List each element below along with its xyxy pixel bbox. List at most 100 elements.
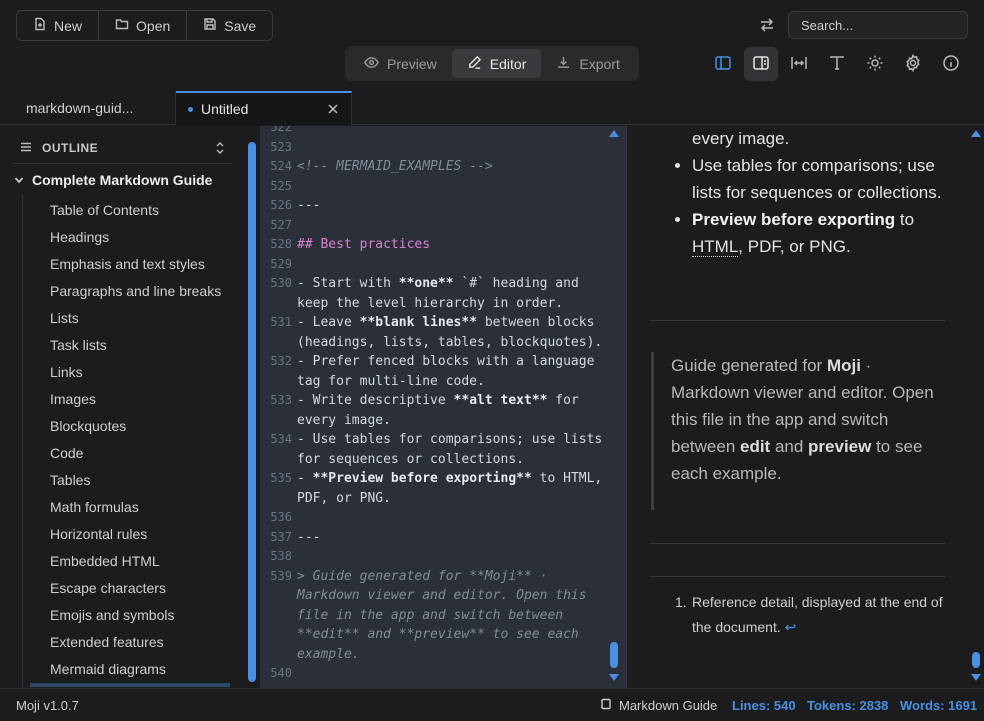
sidebar-scroll-thumb[interactable] [248, 142, 256, 682]
list-item: every image. [675, 126, 945, 152]
line-number: 536 [270, 510, 292, 524]
outline-item[interactable]: Images [50, 387, 221, 414]
open-button-label: Open [136, 17, 171, 34]
scroll-down-arrow-icon[interactable] [609, 674, 619, 681]
line-text: --- [297, 529, 321, 545]
line-number: 528 [270, 237, 292, 251]
line-text: - Use tables for comparisons; use lists [297, 432, 603, 447]
quote-text: and [770, 437, 809, 456]
bullet-text: , PDF, or PNG. [738, 237, 851, 256]
settings-button[interactable] [896, 47, 930, 81]
outline-item[interactable]: Extended features [50, 630, 221, 657]
horizontal-rule [651, 320, 945, 321]
sidebar-left-icon [714, 54, 732, 75]
typography-button[interactable] [820, 47, 854, 81]
line-number: 527 [270, 217, 292, 232]
quote-bold: edit [740, 437, 771, 456]
close-icon[interactable] [327, 102, 339, 114]
divider [12, 163, 232, 164]
unsaved-dot-icon [188, 106, 193, 112]
preview-scrollbar[interactable] [967, 126, 984, 688]
line-number: 526 [270, 198, 292, 212]
preview-blockquote: Guide generated for Moji · Markdown view… [651, 352, 945, 510]
file-actions-group: New Open Save [16, 10, 274, 41]
export-mode-button[interactable]: Export [541, 49, 634, 78]
line-number: 531 [270, 315, 292, 329]
scroll-down-arrow-icon[interactable] [971, 674, 981, 681]
editor-scroll-thumb[interactable] [610, 642, 618, 668]
line-number: 533 [270, 393, 292, 407]
scroll-up-arrow-icon[interactable] [609, 130, 619, 137]
sun-icon [866, 54, 884, 75]
outline-item[interactable]: Emphasis and text styles [50, 252, 221, 279]
about-button[interactable] [934, 47, 968, 81]
markdown-editor[interactable]: 522 523 524 <!-- MERMAID_EXAMPLES --> 525 526… [260, 126, 608, 688]
new-button[interactable]: New [17, 11, 100, 40]
swap-icon[interactable] [758, 16, 776, 34]
horizontal-rule [651, 543, 945, 544]
line-text: <!-- MERMAID_EXAMPLES --> [297, 159, 493, 174]
save-button[interactable]: Save [187, 11, 272, 40]
tab-untitled[interactable]: Untitled [176, 91, 352, 125]
line-number: 523 [270, 139, 292, 154]
toggle-sidebar-button[interactable] [706, 47, 740, 81]
search-input[interactable] [788, 11, 968, 39]
outline-item[interactable]: Task lists [50, 333, 221, 360]
outline-item[interactable]: Escape characters [50, 576, 221, 603]
theme-toggle-button[interactable] [858, 47, 892, 81]
abbreviation[interactable]: HTML [692, 237, 739, 257]
preview-mode-button[interactable]: Preview [349, 49, 452, 78]
text-t-icon [828, 54, 846, 75]
outline-item[interactable]: Table of Contents [50, 198, 221, 225]
outline-item[interactable]: Emojis and symbols [50, 603, 221, 630]
outline-item[interactable]: Headings [50, 225, 221, 252]
download-icon [556, 55, 571, 73]
line-number: 532 [270, 354, 292, 368]
outline-title: OUTLINE [42, 141, 99, 155]
line-text: for sequences or collections. [297, 451, 524, 467]
line-number: 530 [270, 276, 292, 290]
split-view-button[interactable] [744, 47, 778, 81]
preview-scroll-thumb[interactable] [972, 652, 980, 668]
outline-item[interactable]: Links [50, 360, 221, 387]
new-file-icon [33, 17, 47, 34]
outline-item[interactable]: Horizontal rules [50, 522, 221, 549]
line-text: PDF, or PNG. [297, 490, 391, 506]
line-text: --- [297, 198, 321, 213]
open-button[interactable]: Open [99, 11, 188, 40]
editor-mode-button[interactable]: Editor [451, 49, 542, 78]
outline-item[interactable]: Lists [50, 306, 221, 333]
full-width-button[interactable] [782, 47, 816, 81]
outline-item[interactable]: Math formulas [50, 495, 221, 522]
outline-root-item[interactable]: Complete Markdown Guide [14, 172, 212, 188]
bullet-bold-text: Preview before exporting [692, 210, 896, 229]
line-text: - Leave **blank lines** between blocks [297, 315, 595, 330]
document-indicator: Markdown Guide [600, 698, 717, 713]
tab-markdown-guide[interactable]: markdown-guid... [0, 91, 176, 125]
chevron-down-icon [14, 172, 24, 188]
pencil-icon [467, 55, 482, 73]
outline-item[interactable]: Blockquotes [50, 414, 221, 441]
outline-item[interactable]: Paragraphs and line breaks [50, 279, 221, 306]
line-text: tag for multi-line code. [297, 373, 485, 389]
line-number: 537 [270, 529, 292, 544]
save-button-label: Save [224, 17, 257, 34]
line-text: example. [297, 646, 360, 662]
gear-icon [904, 53, 922, 75]
footnote-return-icon[interactable]: ↩ [785, 619, 797, 635]
outline-item[interactable]: Mermaid diagrams [50, 657, 221, 684]
outline-item[interactable]: Embedded HTML [50, 549, 221, 576]
collapse-all-icon[interactable] [214, 141, 226, 157]
scroll-up-arrow-icon[interactable] [971, 130, 981, 137]
outline-item[interactable]: Tables [50, 468, 221, 495]
line-number: 524 [270, 159, 292, 173]
list-item: Preview before exporting to HTML, PDF, o… [675, 206, 945, 260]
toolbar: New Open Save Preview Editor [0, 0, 984, 90]
editor-scrollbar[interactable] [608, 126, 626, 688]
tab-label: Untitled [201, 101, 249, 117]
outline-item[interactable]: Code [50, 441, 221, 468]
line-number: 522 [270, 126, 292, 134]
line-text: ## Best practices [297, 237, 431, 252]
line-text: every image. [297, 412, 391, 428]
document-title: Markdown Guide [619, 698, 718, 713]
